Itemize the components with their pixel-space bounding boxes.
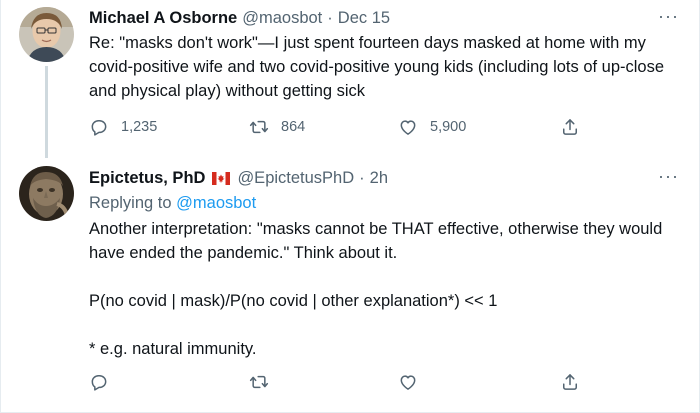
tweet-text-line: * e.g. natural immunity.: [89, 340, 257, 358]
retweet-icon: [249, 375, 269, 389]
reply-icon: [91, 375, 107, 391]
like-button[interactable]: [398, 370, 418, 394]
replying-to: Replying to @maosbot: [89, 191, 679, 215]
tweet-content: Michael A Osborne @maosbot · Dec 15 ··· …: [89, 7, 679, 103]
retweet-icon: [249, 120, 269, 134]
like-button[interactable]: 5,900: [398, 115, 466, 139]
tweet-header: Michael A Osborne @maosbot · Dec 15: [89, 7, 679, 29]
avatar-osborne-image: [19, 7, 74, 62]
replying-to-label: Replying to: [89, 194, 172, 212]
tweet-text-line: P(no covid | mask)/P(no covid | other ex…: [89, 292, 498, 310]
tweet-content: Epictetus, PhD @EpictetusPhD · 2h ··· Re…: [89, 167, 679, 361]
retweet-button[interactable]: [249, 370, 269, 394]
timestamp[interactable]: Dec 15: [338, 7, 390, 29]
reply-button[interactable]: [89, 370, 109, 394]
username[interactable]: @maosbot: [242, 7, 322, 29]
display-name[interactable]: Epictetus, PhD: [89, 167, 205, 189]
tweet-actions: 1,235 864 5,900: [89, 115, 589, 139]
tweet-header: Epictetus, PhD @EpictetusPhD · 2h: [89, 167, 679, 189]
more-options-icon[interactable]: ···: [658, 7, 679, 25]
retweet-button[interactable]: 864: [249, 115, 305, 139]
separator-dot: ·: [327, 9, 333, 27]
avatar-osborne[interactable]: [19, 7, 74, 62]
avatar-epictetus-image: [19, 166, 74, 221]
tweet-text: Another interpretation: "masks cannot be…: [89, 217, 679, 361]
heart-icon: [400, 375, 416, 390]
avatar-epictetus[interactable]: [19, 166, 74, 221]
canada-flag-icon: [212, 171, 231, 185]
replying-to-mention[interactable]: @maosbot: [176, 194, 256, 212]
share-button[interactable]: [560, 115, 580, 139]
timestamp[interactable]: 2h: [370, 167, 388, 189]
reply-icon: [91, 120, 107, 136]
username[interactable]: @EpictetusPhD: [237, 167, 354, 189]
separator-dot: ·: [359, 169, 365, 187]
tweet-actions: [89, 370, 589, 394]
like-count: 5,900: [430, 119, 467, 135]
tweet-text-spacer: [89, 313, 679, 337]
retweet-count: 864: [281, 119, 306, 135]
share-icon: [563, 119, 577, 135]
thread-connector-line: [45, 66, 48, 158]
tweet-text-spacer: [89, 265, 679, 289]
share-icon: [563, 374, 577, 390]
heart-icon: [400, 120, 416, 135]
reply-count: 1,235: [121, 119, 158, 135]
tweet-text: Re: "masks don't work"—I just spent four…: [89, 31, 679, 103]
tweet-text-line: Another interpretation: "masks cannot be…: [89, 220, 663, 262]
share-button[interactable]: [560, 370, 580, 394]
tweet-text-body: Re: "masks don't work"—I just spent four…: [89, 34, 665, 100]
tweet-thread: Michael A Osborne @maosbot · Dec 15 ··· …: [0, 0, 700, 413]
reply-button[interactable]: 1,235: [89, 115, 157, 139]
display-name[interactable]: Michael A Osborne: [89, 7, 237, 29]
more-options-icon[interactable]: ···: [658, 167, 679, 185]
tweet-osborne[interactable]: Michael A Osborne @maosbot · Dec 15 ··· …: [1, 0, 700, 158]
tweet-epictetus[interactable]: Epictetus, PhD @EpictetusPhD · 2h ··· Re…: [1, 150, 700, 413]
